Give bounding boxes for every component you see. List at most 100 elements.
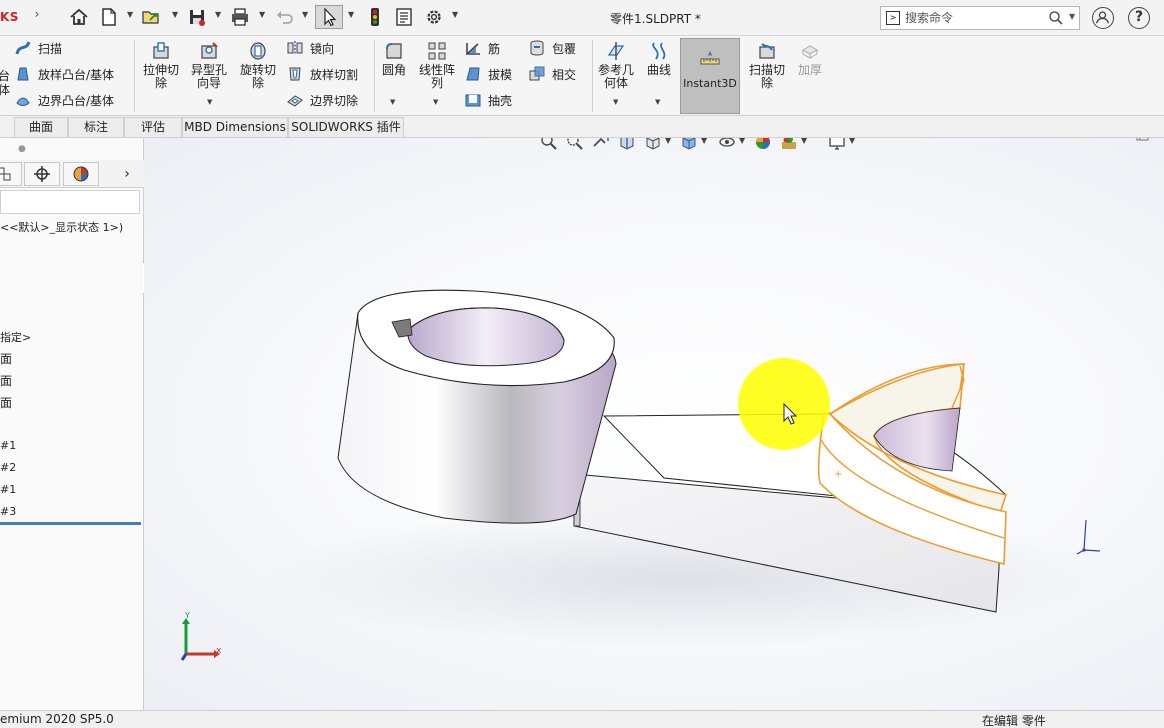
- tree-item-feature-4[interactable]: #3: [0, 505, 16, 518]
- status-bar: emium 2020 SP5.0 在编辑 零件: [0, 710, 1164, 728]
- lofted-cut-button[interactable]: 放样切割: [286, 63, 358, 85]
- wrap-label: 包覆: [552, 41, 577, 56]
- extruded-cut-label-1: 拉伸切: [142, 63, 179, 77]
- sketch-origin-marker: +: [834, 469, 842, 480]
- swept-cut-button[interactable]: 扫描切 除: [745, 40, 789, 90]
- hole-wizard-label-2: 向导: [196, 76, 221, 90]
- config-manager-icon: [0, 167, 11, 181]
- title-bar: KS › ▼ ▼ ▼ ▼ ▼ ▼ ▼ 零件1.SLDPRT * > ▼: [0, 0, 1164, 36]
- save-icon[interactable]: [186, 5, 208, 29]
- rollback-bar[interactable]: [0, 522, 141, 525]
- wrap-icon: [530, 40, 544, 56]
- curves-dropdown-icon[interactable]: ▼: [655, 98, 660, 106]
- tab-mbd-dimensions[interactable]: MBD Dimensions: [182, 117, 288, 137]
- fillet-icon: [386, 43, 402, 59]
- hole-wizard-button[interactable]: 异型孔 向导: [186, 40, 232, 90]
- boundary-cut-icon: [287, 95, 303, 107]
- undo-dropdown-icon[interactable]: ▼: [302, 10, 308, 19]
- sweep-icon: [15, 41, 31, 55]
- linear-pattern-label-2: 列: [430, 76, 443, 90]
- feature-manager-panel: ● › <<默认>_显示状态 1>) 指定> 面 面 面 #1 #2 #1 #3: [0, 138, 144, 710]
- options-dropdown-icon[interactable]: ▼: [452, 10, 458, 19]
- display-manager-tab[interactable]: [63, 162, 99, 186]
- tree-item-feature-2[interactable]: #2: [0, 461, 16, 474]
- tab-solidworks-addins[interactable]: SOLIDWORKS 插件: [288, 117, 404, 137]
- curves-button[interactable]: 曲线: [642, 40, 676, 77]
- thicken-button[interactable]: 加厚: [792, 40, 828, 77]
- command-tabs: 曲面 标注 评估 MBD Dimensions SOLIDWORKS 插件: [0, 116, 1164, 138]
- reference-geometry-label-1: 参考几: [597, 63, 634, 77]
- reference-geometry-button[interactable]: 参考几 何体: [594, 40, 638, 90]
- intersect-button[interactable]: 相交: [528, 63, 576, 85]
- loft-boss-button[interactable]: 放样凸台/基体: [14, 63, 114, 85]
- home-icon[interactable]: [68, 5, 90, 29]
- new-dropdown-icon[interactable]: ▼: [127, 10, 133, 19]
- search-input[interactable]: [905, 9, 1045, 27]
- file-properties-icon[interactable]: [393, 5, 415, 29]
- options-gear-icon[interactable]: [423, 5, 445, 29]
- tree-item-plane-front[interactable]: 面: [0, 350, 12, 367]
- print-icon[interactable]: [229, 5, 251, 29]
- instant3d-label: Instant3D: [683, 77, 737, 90]
- select-dropdown-icon[interactable]: ▼: [348, 10, 354, 19]
- linear-pattern-dropdown-icon[interactable]: ▼: [433, 98, 438, 106]
- tree-item-material[interactable]: 指定>: [0, 329, 31, 345]
- open-dropdown-icon[interactable]: ▼: [172, 10, 178, 19]
- tab-annotation[interactable]: 标注: [68, 117, 124, 137]
- tree-item-feature-3[interactable]: #1: [0, 483, 16, 496]
- part-model-3d: +: [264, 289, 1104, 648]
- reference-geometry-dropdown-icon[interactable]: ▼: [613, 98, 618, 106]
- boundary-boss-button[interactable]: 边界凸台/基体: [14, 89, 114, 111]
- revolved-cut-button[interactable]: 旋转切 除: [235, 40, 281, 90]
- linear-pattern-label-1: 线性阵: [418, 63, 455, 77]
- menu-expand-icon[interactable]: ›: [30, 7, 44, 27]
- extruded-cut-button[interactable]: 拉伸切 除: [138, 40, 184, 90]
- tab-evaluate[interactable]: 评估: [124, 117, 182, 137]
- undo-icon[interactable]: [274, 5, 296, 29]
- save-dropdown-icon[interactable]: ▼: [215, 10, 221, 19]
- search-dropdown-icon[interactable]: ▼: [1069, 12, 1075, 21]
- graphics-viewport[interactable]: ▼ ▼ ▼ ▼ ▼ + Y x: [144, 138, 1164, 710]
- shell-label: 抽壳: [488, 93, 513, 108]
- tree-filter-box[interactable]: [0, 190, 140, 214]
- triad-y-label: Y: [185, 611, 190, 620]
- mirror-button[interactable]: 镜向: [286, 37, 334, 59]
- panel-more-tabs-icon[interactable]: ›: [112, 162, 142, 186]
- fillet-button[interactable]: 圆角: [378, 40, 410, 77]
- extruded-cut-label-2: 除: [154, 76, 167, 90]
- user-account-icon[interactable]: [1092, 7, 1114, 29]
- rib-button[interactable]: 筋: [464, 37, 500, 59]
- ribbon-separator: [134, 40, 135, 112]
- shell-button[interactable]: 抽壳: [464, 89, 512, 111]
- tree-item-feature-1[interactable]: #1: [0, 439, 16, 452]
- linear-pattern-button[interactable]: 线性阵 列: [414, 40, 460, 90]
- hole-wizard-dropdown-icon[interactable]: ▼: [207, 98, 212, 106]
- tree-item-plane-right[interactable]: 面: [0, 394, 12, 411]
- configuration-manager-tab[interactable]: [0, 162, 22, 186]
- thicken-icon: [801, 45, 819, 59]
- search-icon[interactable]: [1047, 9, 1065, 27]
- panel-drag-dot-icon: ●: [18, 144, 26, 154]
- select-cursor-icon[interactable]: [315, 5, 343, 29]
- open-folder-icon[interactable]: [140, 5, 162, 29]
- document-title: 零件1.SLDPRT *: [610, 12, 701, 26]
- instant3d-icon: [700, 51, 720, 65]
- fillet-label: 圆角: [381, 63, 406, 77]
- print-dropdown-icon[interactable]: ▼: [259, 10, 265, 19]
- tree-item-plane-top[interactable]: 面: [0, 372, 12, 389]
- tab-surfaces[interactable]: 曲面: [14, 117, 68, 137]
- boundary-boss-label: 边界凸台/基体: [38, 93, 115, 108]
- dimxpert-tab[interactable]: [24, 162, 60, 186]
- rebuild-traffic-light-icon[interactable]: [364, 5, 386, 29]
- new-document-icon[interactable]: [98, 5, 120, 29]
- instant3d-button[interactable]: Instant3D: [680, 38, 740, 114]
- help-icon[interactable]: ?: [1128, 7, 1150, 29]
- tree-display-state[interactable]: <<默认>_显示状态 1>): [0, 219, 123, 235]
- boundary-cut-button[interactable]: 边界切除: [286, 89, 358, 111]
- extruded-cut-icon: [153, 42, 169, 59]
- fillet-dropdown-icon[interactable]: ▼: [390, 98, 395, 106]
- search-box[interactable]: > ▼: [880, 6, 1080, 30]
- draft-button[interactable]: 拔模: [464, 63, 512, 85]
- wrap-button[interactable]: 包覆: [528, 37, 576, 59]
- sweep-boss-button[interactable]: 扫描: [14, 37, 62, 59]
